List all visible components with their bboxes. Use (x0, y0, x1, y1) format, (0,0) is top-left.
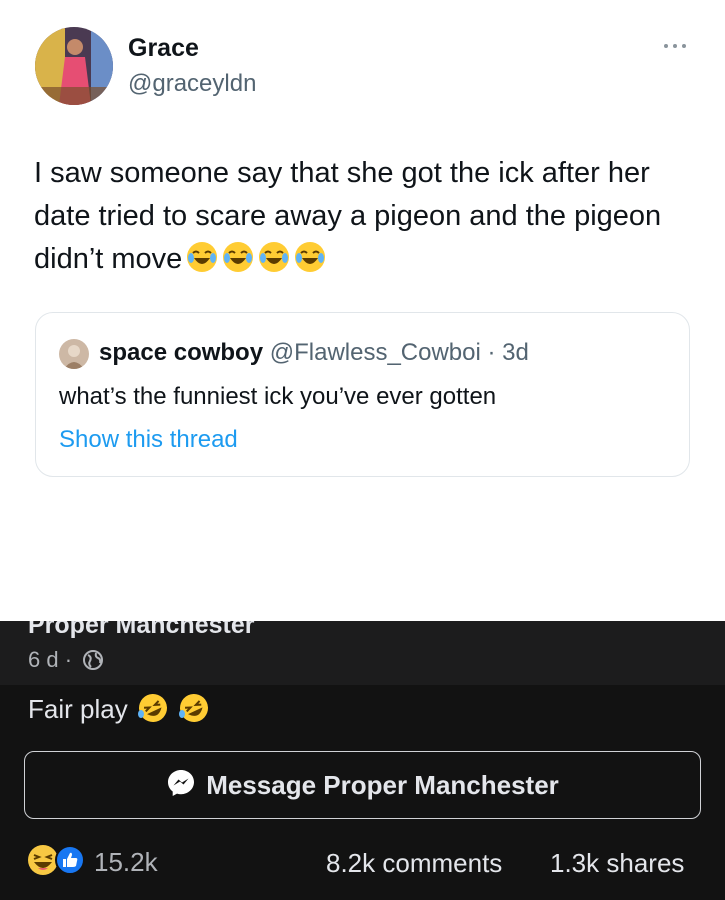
post-time-text: 6 d · (28, 647, 73, 672)
comments-count[interactable]: 8.2k comments (326, 848, 502, 879)
quoted-tweet-text: what’s the funniest ick you’ve ever gott… (59, 383, 497, 410)
post-caption: Fair play (28, 692, 210, 731)
globe-icon (82, 649, 104, 677)
post-caption-text: Fair play (28, 694, 128, 724)
tweet-text: I saw someone say that she got the ick a… (34, 152, 694, 286)
quoted-author-line: space cowboy @Flawless_Cowboi · 3d (99, 339, 529, 367)
author-handle[interactable]: @graceyldn (128, 70, 256, 98)
show-thread-link[interactable]: Show this thread (59, 426, 238, 454)
post-body: Fair play Message Proper Manchester 15.2… (0, 685, 725, 900)
face-with-tears-of-joy-icon (186, 241, 218, 286)
like-reaction-icon (54, 844, 86, 881)
post-header: Proper Manchester 6 d · (0, 621, 725, 685)
reaction-count[interactable]: 15.2k (94, 847, 158, 878)
quoted-author-meta: @Flawless_Cowboi · 3d (269, 339, 529, 366)
quoted-tweet-card[interactable]: space cowboy @Flawless_Cowboi · 3d what’… (35, 312, 690, 477)
tweet-emojis (182, 242, 326, 275)
author-avatar[interactable] (35, 27, 113, 105)
messenger-icon (166, 768, 196, 803)
face-with-tears-of-joy-icon (222, 241, 254, 286)
shares-count[interactable]: 1.3k shares (550, 848, 684, 879)
face-with-tears-of-joy-icon (258, 241, 290, 286)
face-with-tears-of-joy-icon (294, 241, 326, 286)
author-name[interactable]: Grace (128, 34, 199, 63)
message-button-label: Message Proper Manchester (206, 769, 559, 800)
tweet-body: I saw someone say that she got the ick a… (34, 157, 662, 275)
message-page-button[interactable]: Message Proper Manchester (24, 751, 701, 819)
page-name[interactable]: Proper Manchester (28, 621, 254, 640)
tweet-screenshot: Grace @graceyldn I saw someone say that … (0, 0, 725, 621)
post-timestamp: 6 d · (28, 647, 104, 677)
reactions-summary[interactable]: 15.2k (26, 844, 158, 881)
quoted-author-avatar[interactable] (59, 339, 89, 369)
ellipsis-icon[interactable] (662, 38, 688, 48)
rolling-on-the-floor-laughing-icon (137, 692, 169, 731)
quoted-author-name[interactable]: space cowboy (99, 339, 263, 366)
rolling-on-the-floor-laughing-icon (178, 692, 210, 731)
